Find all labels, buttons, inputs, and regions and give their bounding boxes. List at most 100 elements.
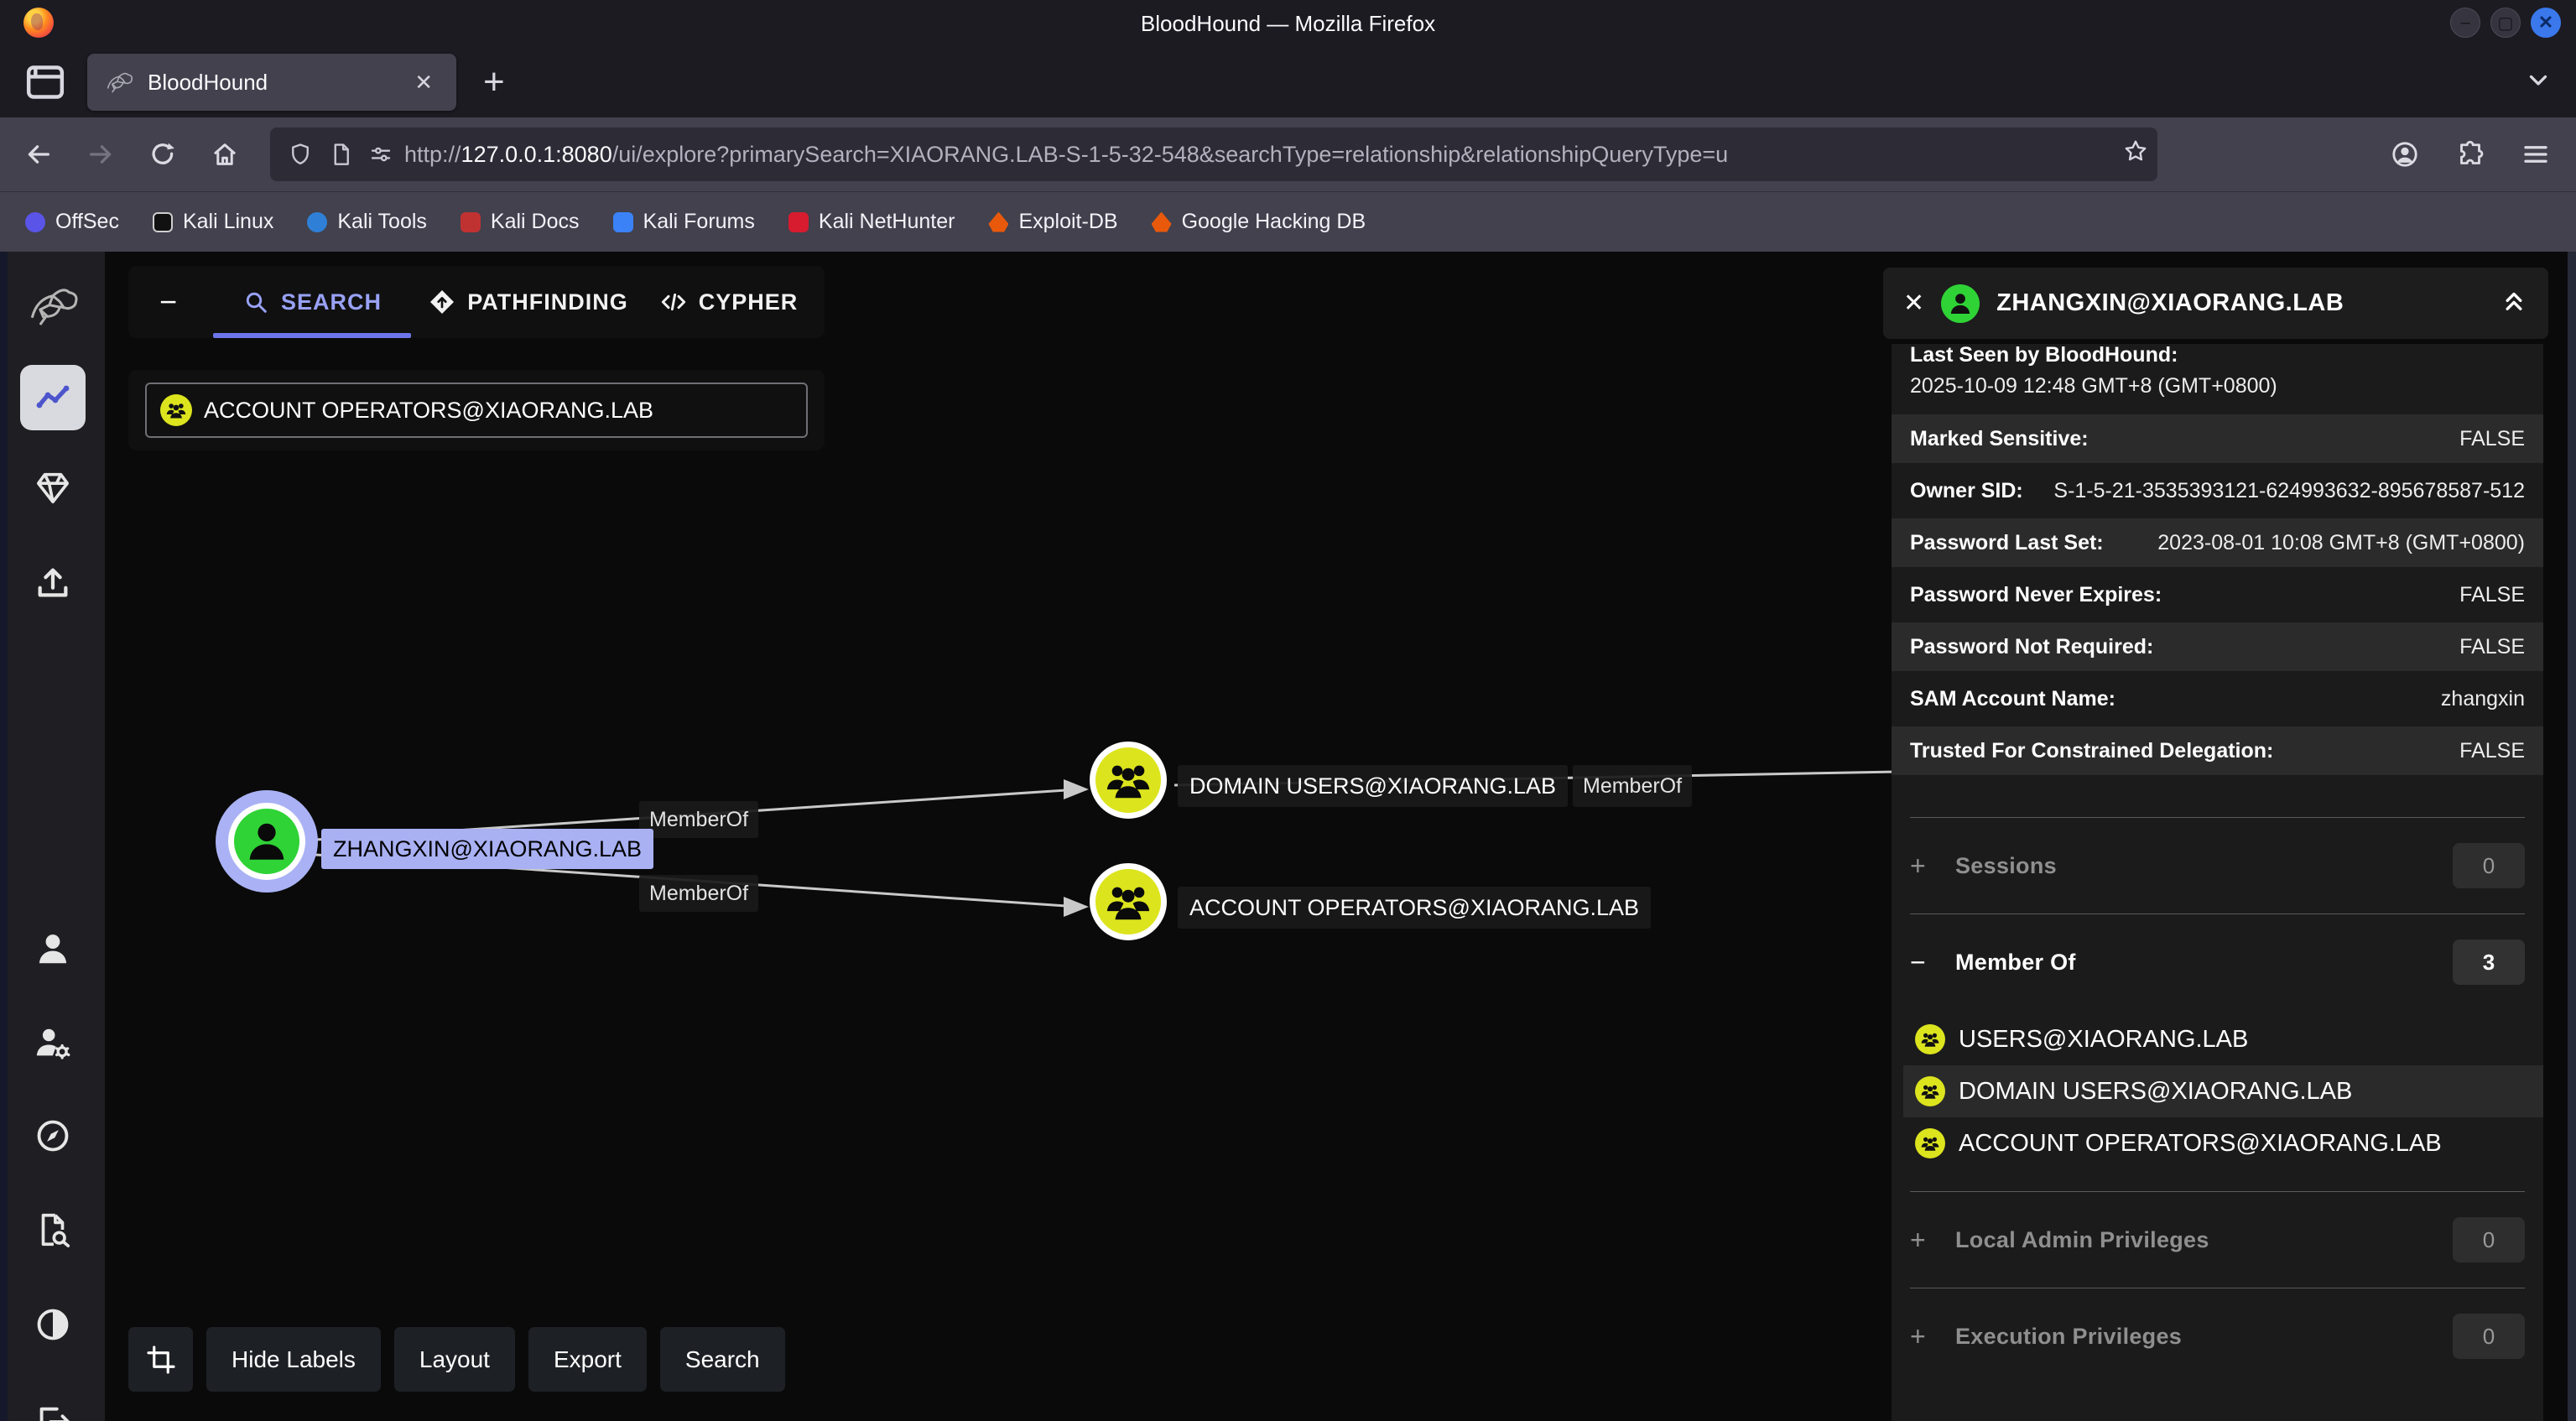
collapse-minus-icon[interactable]: − (1910, 947, 1935, 978)
navigation-toolbar: http://127.0.0.1:8080/ui/explore?primary… (0, 117, 2576, 191)
bookmark-kali-linux[interactable]: Kali Linux (153, 210, 273, 234)
search-tabs-card: − SEARCH PATHFINDING CYPHER (128, 266, 825, 338)
layout-button[interactable]: Layout (394, 1327, 515, 1392)
permissions-icon[interactable] (364, 138, 398, 171)
bookmark-kali-nethunter[interactable]: Kali NetHunter (788, 210, 955, 234)
tracking-shield-icon[interactable] (284, 138, 317, 171)
node-label-account-operators[interactable]: ACCOUNT OPERATORS@XIAORANG.LAB (1178, 887, 1651, 929)
graph-node-user-zhangxin[interactable] (228, 803, 305, 880)
hide-labels-button[interactable]: Hide Labels (206, 1327, 381, 1392)
node-label-domain-users[interactable]: DOMAIN USERS@XIAORANG.LAB (1178, 765, 1568, 807)
tab-title: BloodHound (148, 70, 408, 96)
property-value: FALSE (2459, 427, 2525, 451)
new-tab-button[interactable]: + (471, 57, 517, 107)
kali-forums-favicon-icon (613, 212, 633, 232)
bookmark-kali-tools[interactable]: Kali Tools (307, 210, 427, 234)
edge-label-memberof-1[interactable]: MemberOf (639, 801, 758, 838)
list-all-tabs-button[interactable] (2524, 65, 2553, 98)
close-icon[interactable]: ✕ (1903, 289, 1924, 318)
bookmark-label: Kali Forums (643, 210, 755, 234)
property-label: Owner SID: (1910, 479, 2023, 503)
edge-label-memberof-3[interactable]: MemberOf (1573, 765, 1692, 807)
entity-panel-body[interactable]: Last Seen by BloodHound: 2025-10-09 12:4… (1892, 344, 2543, 1421)
reload-button[interactable] (139, 131, 186, 178)
bookmark-offsec[interactable]: OffSec (25, 210, 119, 234)
window-maximize-button[interactable]: ▢ (2490, 8, 2521, 38)
property-row: Marked Sensitive: FALSE (1892, 414, 2543, 463)
section-count-badge: 3 (2453, 940, 2525, 985)
bookmark-label: Kali NetHunter (819, 210, 955, 234)
bookmark-kali-forums[interactable]: Kali Forums (613, 210, 755, 234)
bookmark-kali-docs[interactable]: Kali Docs (461, 210, 580, 234)
member-label: USERS@XIAORANG.LAB (1959, 1026, 2248, 1054)
list-item[interactable]: ACCOUNT OPERATORS@XIAORANG.LAB (1903, 1117, 2543, 1169)
group-icon (1915, 1076, 1945, 1106)
tab-label: PATHFINDING (467, 289, 627, 315)
bookmark-exploit-db[interactable]: Exploit-DB (988, 210, 1117, 234)
kali-linux-favicon-icon (153, 212, 173, 232)
entity-info-panel: ✕ ZHANGXIN@XIAORANG.LAB Last Seen by Blo… (1883, 268, 2548, 1421)
window-close-button[interactable]: ✕ (2531, 8, 2561, 38)
graph-node-group-domain-users[interactable] (1090, 742, 1167, 819)
window-title: BloodHound — Mozilla Firefox (0, 11, 2576, 37)
home-button[interactable] (201, 131, 248, 178)
collapse-panel-icon[interactable] (2500, 287, 2528, 320)
tab-search[interactable]: SEARCH (208, 266, 416, 338)
kali-nethunter-favicon-icon (788, 212, 809, 232)
edge-label-memberof-2[interactable]: MemberOf (639, 875, 758, 912)
graph-node-group-account-operators[interactable] (1090, 863, 1167, 940)
section-count-badge: 0 (2453, 1314, 2525, 1359)
back-button[interactable] (15, 131, 62, 178)
list-item[interactable]: USERS@XIAORANG.LAB (1903, 1013, 2543, 1065)
tab-close-icon[interactable]: ✕ (408, 66, 440, 99)
property-value: 2023-08-01 10:08 GMT+8 (GMT+0800) (2157, 531, 2525, 555)
url-host: 127.0.0.1:8080 (461, 142, 612, 167)
firefox-view-button[interactable] (22, 59, 69, 106)
section-label: Local Admin Privileges (1955, 1227, 2433, 1253)
section-sessions[interactable]: + Sessions 0 (1892, 818, 2543, 914)
window-minimize-button[interactable]: – (2450, 8, 2480, 38)
bookmark-star-icon[interactable] (2122, 138, 2149, 169)
offsec-favicon-icon (25, 212, 45, 232)
bookmark-google-hacking-db[interactable]: Google Hacking DB (1152, 210, 1366, 234)
window-titlebar: BloodHound — Mozilla Firefox – ▢ ✕ (0, 0, 2576, 47)
section-execution-privileges[interactable]: + Execution Privileges 0 (1892, 1288, 2543, 1384)
arrowhead-icon (1064, 897, 1089, 917)
extensions-icon[interactable] (2447, 131, 2494, 178)
tab-cypher[interactable]: CYPHER (641, 266, 817, 338)
node-label-zhangxin-selected[interactable]: ZHANGXIN@XIAORANG.LAB (321, 829, 653, 869)
fit-graph-button[interactable] (128, 1327, 193, 1392)
property-label: Marked Sensitive: (1910, 427, 2089, 451)
export-button[interactable]: Export (528, 1327, 647, 1392)
tab-pathfinding[interactable]: PATHFINDING (416, 266, 641, 338)
section-member-of[interactable]: − Member Of 3 (1892, 914, 2543, 1010)
bookmark-label: Exploit-DB (1018, 210, 1117, 234)
expand-plus-icon[interactable]: + (1910, 1321, 1935, 1352)
list-item[interactable]: DOMAIN USERS@XIAORANG.LAB (1903, 1065, 2543, 1117)
expand-plus-icon[interactable]: + (1910, 1225, 1935, 1256)
page-info-icon[interactable] (324, 138, 357, 171)
section-count-badge: 0 (2453, 1217, 2525, 1262)
search-input[interactable]: ACCOUNT OPERATORS@XIAORANG.LAB (145, 383, 808, 438)
bookmark-label: OffSec (55, 210, 119, 234)
section-local-admin-privileges[interactable]: + Local Admin Privileges 0 (1892, 1192, 2543, 1288)
url-bar[interactable]: http://127.0.0.1:8080/ui/explore?primary… (270, 128, 2157, 181)
property-label: Password Last Set: (1910, 531, 2104, 555)
forward-button[interactable] (77, 131, 124, 178)
collapse-search-icon[interactable]: − (128, 266, 208, 338)
menu-hamburger-icon[interactable] (2512, 131, 2559, 178)
member-label: ACCOUNT OPERATORS@XIAORANG.LAB (1959, 1130, 2442, 1158)
property-value: FALSE (2459, 635, 2525, 659)
expand-plus-icon[interactable]: + (1910, 851, 1935, 882)
account-icon[interactable] (2381, 131, 2428, 178)
url-scheme: http:// (404, 142, 461, 167)
toolbar-right-icons (2381, 131, 2559, 178)
search-input-card: ACCOUNT OPERATORS@XIAORANG.LAB (128, 370, 825, 450)
member-of-list: USERS@XIAORANG.LAB DOMAIN USERS@XIAORANG… (1892, 1010, 2543, 1191)
property-label: SAM Account Name: (1910, 687, 2115, 711)
arrowhead-icon (1064, 779, 1089, 799)
search-button[interactable]: Search (660, 1327, 785, 1392)
kali-tools-favicon-icon (307, 212, 327, 232)
browser-tab[interactable]: BloodHound ✕ (87, 54, 456, 111)
property-label: Password Never Expires: (1910, 583, 2162, 607)
